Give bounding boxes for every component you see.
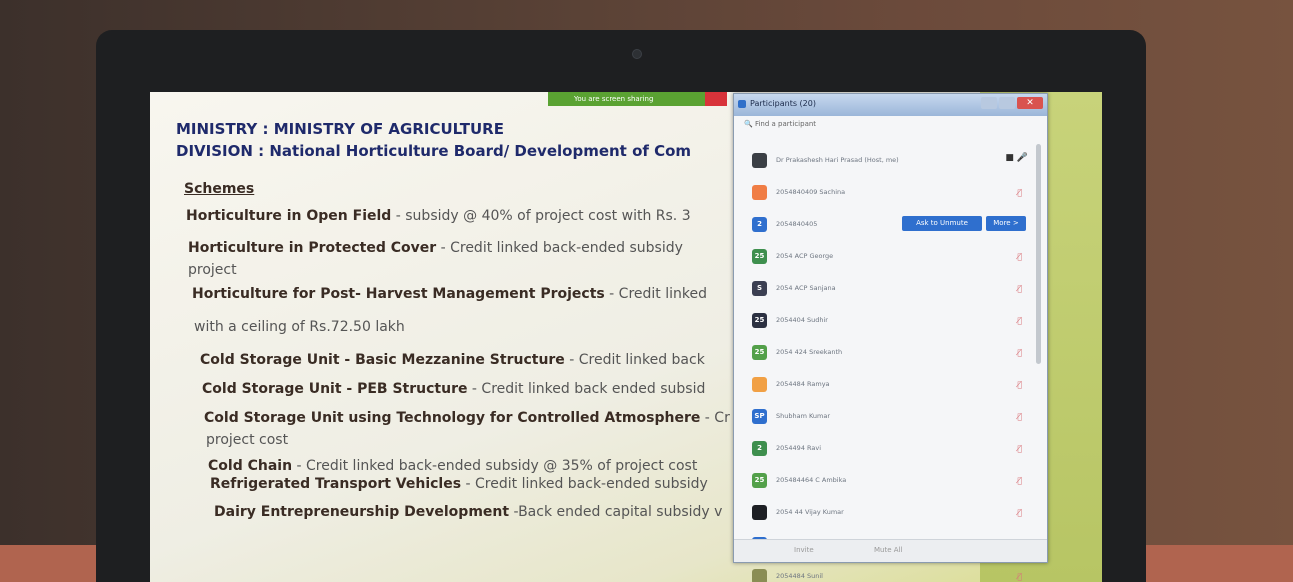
invite-button[interactable]: Invite — [794, 546, 814, 554]
mute-all-button[interactable]: Mute All — [874, 546, 902, 554]
participant-search-input[interactable]: 🔍 Find a participant — [744, 120, 1034, 134]
participant-name: 2054404 Sudhir — [776, 316, 828, 324]
scheme-line: project — [188, 262, 237, 278]
avatar: 25 — [752, 313, 767, 328]
muted-mic-icon: 🎙̸ — [1017, 412, 1022, 421]
ask-to-unmute-button[interactable]: Ask to Unmute — [902, 216, 982, 231]
scheme-line: Cold Storage Unit - PEB Structure - Cred… — [202, 381, 706, 397]
participant-name: 2054 44 Vijay Kumar — [776, 508, 844, 516]
scheme-line: Horticulture in Open Field - subsidy @ 4… — [186, 208, 691, 224]
participant-row[interactable]: 2054484 Sunil 🎙̸ — [734, 560, 1034, 582]
participants-footer: Invite Mute All — [734, 539, 1047, 562]
avatar — [752, 185, 767, 200]
participant-name: 205484464 C Ambika — [776, 476, 847, 484]
zoom-app-icon — [738, 100, 746, 108]
stop-share-button[interactable] — [705, 92, 727, 106]
participant-row[interactable]: 2054484 Ramya 🎙̸ — [734, 368, 1034, 400]
participant-name: Shubham Kumar — [776, 412, 831, 420]
avatar: 2 — [752, 441, 767, 456]
muted-mic-icon: 🎙̸ — [1017, 380, 1022, 389]
muted-mic-icon: 🎙̸ — [1017, 252, 1022, 261]
avatar: 2 — [752, 217, 767, 232]
muted-mic-icon: 🎙̸ — [1017, 444, 1022, 453]
scheme-line: Cold Chain - Credit linked back-ended su… — [208, 458, 698, 474]
avatar: SP — [752, 409, 767, 424]
participant-row[interactable]: SP Shubham Kumar 🎙̸ — [734, 400, 1034, 432]
more-button[interactable]: More > — [986, 216, 1026, 231]
scheme-line: Refrigerated Transport Vehicles - Credit… — [210, 476, 708, 492]
avatar — [752, 377, 767, 392]
participant-name: 2054840409 Sachina — [776, 188, 846, 196]
participant-name: 2054 ACP Sanjana — [776, 284, 836, 292]
scheme-line: Horticulture for Post- Harvest Managemen… — [192, 286, 707, 302]
window-controls: ✕ — [979, 97, 1043, 116]
webcam-icon — [632, 49, 642, 59]
participant-row[interactable]: 2 2054494 Ravi 🎙̸ — [734, 432, 1034, 464]
muted-mic-icon: 🎙̸ — [1017, 572, 1022, 581]
maximize-button[interactable] — [999, 97, 1015, 109]
ministry-title: MINISTRY : MINISTRY OF AGRICULTURE — [176, 120, 504, 138]
participant-row[interactable]: 25 2054 ACP George 🎙̸ — [734, 240, 1034, 272]
participant-row[interactable]: 25 2054404 Sudhir 🎙̸ — [734, 304, 1034, 336]
scrollbar[interactable] — [1036, 144, 1041, 364]
participant-row[interactable]: 25 205484464 C Ambika 🎙̸ — [734, 464, 1034, 496]
participant-row[interactable]: Dr Prakashesh Hari Prasad (Host, me) ■ 🎤 — [734, 144, 1034, 176]
scheme-line: Cold Storage Unit - Basic Mezzanine Stru… — [200, 352, 705, 368]
video-mic-icon: ■ 🎤 — [1005, 153, 1028, 163]
scheme-line: Horticulture in Protected Cover - Credit… — [188, 240, 683, 256]
muted-mic-icon: 🎙̸ — [1017, 284, 1022, 293]
search-placeholder: Find a participant — [754, 120, 817, 128]
avatar: 25 — [752, 249, 767, 264]
participant-name: 2054494 Ravi — [776, 444, 822, 452]
scheme-line: Cold Storage Unit using Technology for C… — [204, 410, 730, 426]
participant-row[interactable]: S 2054 ACP Sanjana 🎙̸ — [734, 272, 1034, 304]
participant-name: 2054 424 Sreekanth — [776, 348, 843, 356]
muted-mic-icon: 🎙̸ — [1017, 476, 1022, 485]
muted-mic-icon: 🎙̸ — [1017, 316, 1022, 325]
participants-titlebar[interactable]: Participants (20) ✕ — [734, 94, 1047, 116]
participant-list: Dr Prakashesh Hari Prasad (Host, me) ■ 🎤 2… — [734, 144, 1034, 582]
avatar — [752, 153, 767, 168]
avatar — [752, 569, 767, 582]
muted-mic-icon: 🎙̸ — [1017, 188, 1022, 197]
scheme-line: Dairy Entrepreneurship Development -Back… — [214, 504, 723, 520]
muted-mic-icon: 🎙̸ — [1017, 348, 1022, 357]
participant-row[interactable]: 2054 44 Vijay Kumar 🎙̸ — [734, 496, 1034, 528]
avatar — [752, 505, 767, 520]
participant-row[interactable]: 2054840409 Sachina 🎙̸ — [734, 176, 1034, 208]
schemes-heading: Schemes — [184, 181, 255, 197]
scheme-line: with a ceiling of Rs.72.50 lakh — [194, 319, 405, 335]
participant-name: 2054840405 — [776, 220, 818, 228]
shared-document: MINISTRY : MINISTRY OF AGRICULTURE DIVIS… — [150, 92, 735, 582]
close-button[interactable]: ✕ — [1017, 97, 1043, 109]
avatar: S — [752, 281, 767, 296]
avatar: 25 — [752, 473, 767, 488]
monitor-screen: MINISTRY : MINISTRY OF AGRICULTURE DIVIS… — [150, 92, 1102, 582]
participant-name: 2054484 Ramya — [776, 380, 830, 388]
participant-name: 2054484 Sunil — [776, 572, 823, 580]
participants-title: Participants (20) — [750, 99, 816, 108]
participant-name: 2054 ACP George — [776, 252, 834, 260]
share-bar-label: You are screen sharing — [574, 95, 654, 103]
minimize-button[interactable] — [981, 97, 997, 109]
participant-row[interactable]: 2 2054840405 Ask to Unmute More > — [734, 208, 1034, 240]
muted-mic-icon: 🎙̸ — [1017, 508, 1022, 517]
division-title: DIVISION : National Horticulture Board/ … — [176, 142, 692, 160]
avatar: 25 — [752, 345, 767, 360]
participant-name: Dr Prakashesh Hari Prasad (Host, me) — [776, 156, 899, 164]
scheme-line: project cost — [206, 432, 289, 448]
participant-row[interactable]: 25 2054 424 Sreekanth 🎙̸ — [734, 336, 1034, 368]
participants-panel: Participants (20) ✕ 🔍 Find a participant… — [733, 93, 1048, 582]
screen-share-bar[interactable]: You are screen sharing — [548, 92, 726, 106]
